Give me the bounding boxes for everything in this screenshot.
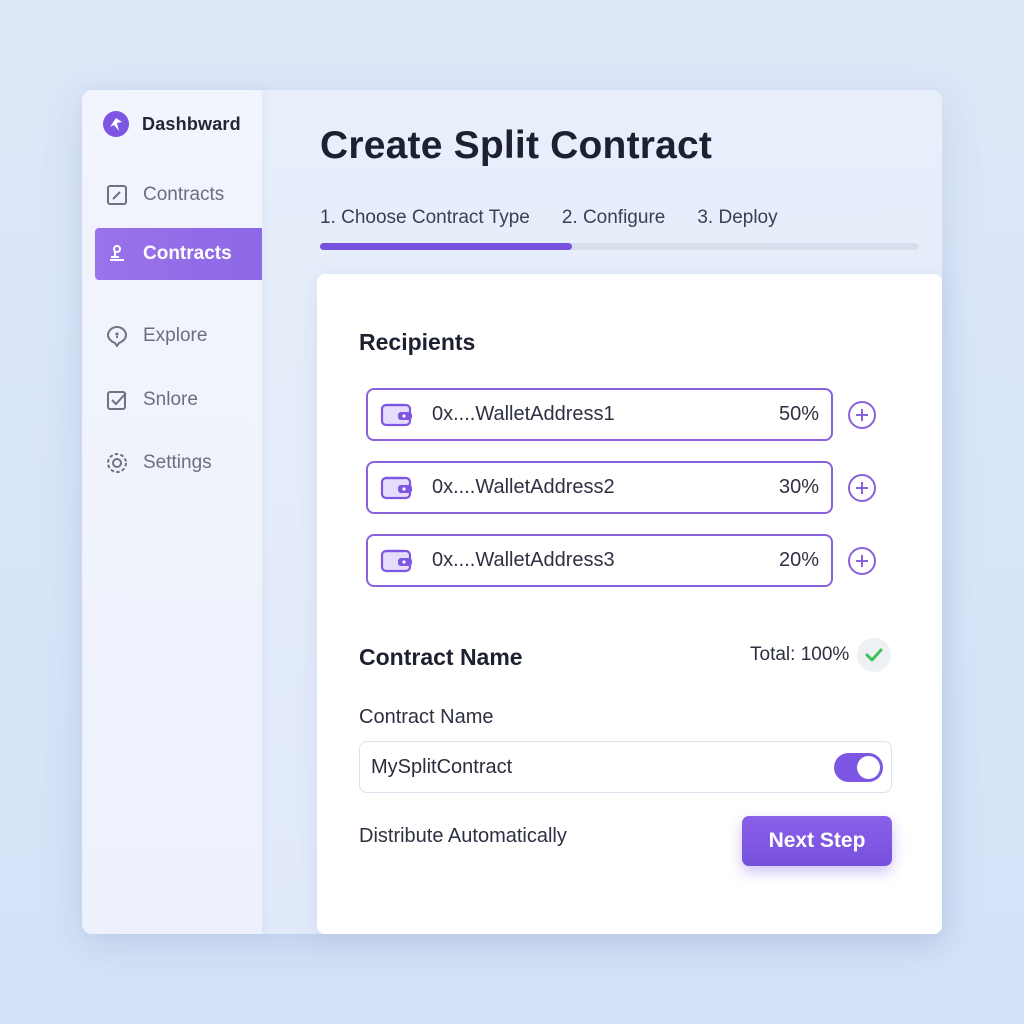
sidebar: Dashbward Contracts Contracts Explore Sn…: [82, 90, 262, 934]
contract-name-title: Contract Name: [359, 644, 523, 670]
total-label: Total: 100%: [750, 644, 850, 665]
edit-square-icon: [105, 183, 129, 207]
progress-fill: [320, 243, 572, 250]
brand[interactable]: Dashbward: [102, 110, 241, 138]
sidebar-item-explore[interactable]: Explore: [95, 310, 262, 362]
distribute-toggle[interactable]: [834, 753, 883, 782]
sidebar-item-contracts[interactable]: Contracts: [95, 169, 262, 221]
hand-coin-icon: [105, 242, 129, 266]
next-step-button[interactable]: Next Step: [742, 816, 892, 866]
recipient-row[interactable]: 0x....WalletAddress1 50%: [366, 388, 833, 441]
step-deploy[interactable]: 3. Deploy: [697, 207, 777, 229]
sidebar-item-label: Snlore: [143, 389, 198, 410]
step-choose-type[interactable]: 1. Choose Contract Type: [320, 207, 530, 229]
total-indicator: Total: 100%: [750, 638, 892, 672]
wallet-icon: [380, 549, 412, 572]
sidebar-item-settings[interactable]: Settings: [95, 437, 262, 489]
toggle-knob: [857, 756, 880, 779]
map-pin-chat-icon: [105, 324, 129, 348]
contract-name-input[interactable]: [371, 755, 811, 779]
distribute-label: Distribute Automatically: [359, 825, 567, 847]
recipient-percent[interactable]: 30%: [779, 476, 819, 499]
sidebar-item-contracts-active[interactable]: Contracts: [95, 228, 262, 280]
recipient-address: 0x....WalletAddress2: [432, 476, 615, 498]
sidebar-item-label: Contracts: [143, 243, 232, 264]
add-recipient-icon[interactable]: [847, 473, 877, 503]
contract-name-label: Contract Name: [359, 706, 494, 728]
wallet-icon: [380, 476, 412, 499]
sidebar-item-snlore[interactable]: Snlore: [95, 374, 262, 426]
sidebar-item-label: Explore: [143, 325, 208, 346]
brand-logo-icon: [103, 111, 129, 137]
checkbox-icon: [105, 388, 129, 412]
recipient-row[interactable]: 0x....WalletAddress2 30%: [366, 461, 833, 514]
page-title: Create Split Contract: [320, 124, 713, 167]
recipient-row[interactable]: 0x....WalletAddress3 20%: [366, 534, 833, 587]
check-icon: [857, 638, 892, 672]
sidebar-item-label: Contracts: [143, 184, 225, 205]
contract-name-field[interactable]: [359, 741, 892, 793]
recipient-address: 0x....WalletAddress1: [432, 403, 615, 425]
sidebar-item-label: Settings: [143, 452, 212, 473]
recipient-percent[interactable]: 50%: [779, 403, 819, 426]
step-configure[interactable]: 2. Configure: [562, 207, 666, 229]
stepper: 1. Choose Contract Type 2. Configure 3. …: [320, 207, 810, 229]
add-recipient-icon[interactable]: [847, 546, 877, 576]
brand-label: Dashbward: [142, 113, 241, 134]
gear-icon: [105, 451, 129, 475]
add-recipient-icon[interactable]: [847, 400, 877, 430]
recipient-address: 0x....WalletAddress3: [432, 549, 615, 571]
recipient-percent[interactable]: 20%: [779, 549, 819, 572]
recipients-title: Recipients: [359, 329, 476, 355]
wallet-icon: [380, 403, 412, 426]
